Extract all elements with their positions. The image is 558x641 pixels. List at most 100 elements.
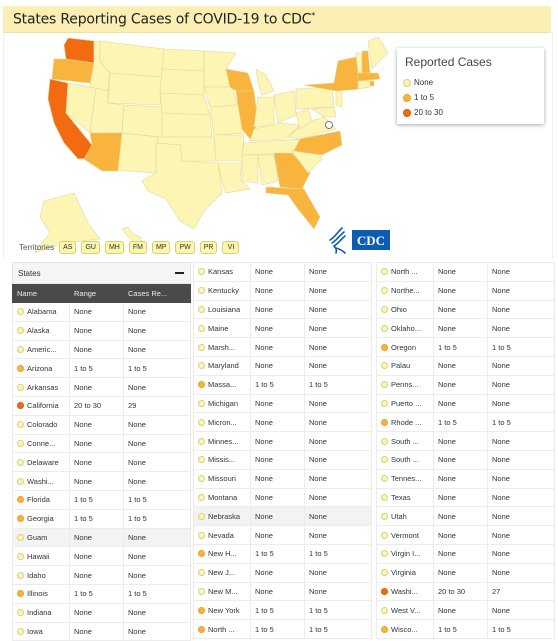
- table-row[interactable]: Alaska None None: [12, 320, 191, 341]
- table-row[interactable]: Missouri None None: [193, 468, 372, 489]
- table-row[interactable]: New H... 1 to 51 to 5: [193, 543, 372, 564]
- state-new-hampshire[interactable]: [361, 50, 371, 74]
- table-row[interactable]: Kentucky None None: [193, 280, 372, 301]
- state-montana[interactable]: [99, 40, 165, 78]
- table-row[interactable]: Washi... 20 to 30 27: [376, 581, 555, 602]
- territory-button-mp[interactable]: MP: [151, 241, 171, 254]
- table-row[interactable]: Georgia 1 to 51 to 5: [12, 508, 191, 529]
- table-row[interactable]: South ... None None: [376, 449, 555, 470]
- state-rhode-island[interactable]: [369, 80, 375, 87]
- table-row[interactable]: Ohio None None: [376, 299, 555, 320]
- table-row[interactable]: New M... None None: [193, 581, 372, 602]
- state-florida[interactable]: [265, 186, 321, 230]
- state-new-york[interactable]: [303, 56, 361, 92]
- state-massachusetts[interactable]: [357, 72, 381, 82]
- table-row[interactable]: Virgin I... None None: [376, 543, 555, 564]
- state-pennsylvania[interactable]: [295, 86, 335, 110]
- range-cell: None: [69, 527, 124, 548]
- state-arizona[interactable]: [83, 132, 123, 172]
- territory-button-pr[interactable]: PR: [199, 241, 218, 254]
- state-nebraska[interactable]: [159, 92, 211, 116]
- minus-icon[interactable]: [175, 272, 184, 274]
- state-iowa[interactable]: [203, 86, 239, 108]
- table-row[interactable]: Rhode ... 1 to 51 to 5: [376, 412, 555, 433]
- territory-button-vi[interactable]: VI: [222, 241, 240, 254]
- table-row[interactable]: Puerto ... None None: [376, 393, 555, 414]
- state-kansas[interactable]: [161, 112, 213, 138]
- state-arkansas[interactable]: [213, 134, 245, 162]
- table-row[interactable]: Washi... None None: [12, 471, 191, 491]
- svg-text:CDC: CDC: [357, 233, 385, 248]
- table-row[interactable]: Alabama None None: [12, 302, 191, 322]
- table-row[interactable]: North ... None None: [376, 262, 555, 282]
- table-row[interactable]: West V... None None: [376, 600, 555, 621]
- table-row[interactable]: Micron... None None: [193, 412, 372, 433]
- column-header-name[interactable]: Name: [12, 284, 70, 303]
- table-row[interactable]: Utah None None: [376, 506, 555, 527]
- table-row[interactable]: Palau None None: [376, 355, 555, 376]
- table-row[interactable]: Maine None None: [193, 318, 372, 339]
- table-row[interactable]: Colorado None None: [12, 414, 191, 435]
- table-row[interactable]: Arizona 1 to 51 to 5: [12, 358, 191, 379]
- state-connecticut[interactable]: [357, 80, 371, 90]
- state-wyoming[interactable]: [107, 72, 163, 106]
- table-row[interactable]: Texas None None: [376, 487, 555, 508]
- state-maine[interactable]: [367, 36, 389, 70]
- territory-button-gu[interactable]: GU: [81, 241, 100, 254]
- state-new-mexico[interactable]: [117, 132, 159, 174]
- table-row[interactable]: Nebraska None None: [193, 506, 372, 527]
- state-ohio[interactable]: [273, 90, 297, 124]
- state-indiana[interactable]: [253, 96, 275, 128]
- range-cell: None: [433, 431, 488, 451]
- state-michigan[interactable]: [255, 68, 275, 96]
- territory-button-as[interactable]: AS: [59, 241, 77, 254]
- state-colorado[interactable]: [121, 104, 165, 138]
- table-row[interactable]: Indiana None None: [12, 602, 191, 623]
- table-row[interactable]: Nevada None None: [193, 525, 372, 545]
- table-row[interactable]: Delaware None None: [12, 452, 191, 473]
- table-row[interactable]: Illinois 1 to 51 to 5: [12, 583, 191, 604]
- table-row[interactable]: Minnes... None None: [193, 431, 372, 451]
- state-oregon[interactable]: [51, 58, 95, 84]
- table-row[interactable]: California 20 to 30 29: [12, 395, 191, 416]
- table-row[interactable]: Wisco... 1 to 51 to 5: [376, 619, 555, 639]
- state-maryland[interactable]: [311, 106, 337, 118]
- table-row[interactable]: Idaho None None: [12, 565, 191, 585]
- table-row[interactable]: Vermont None None: [376, 525, 555, 545]
- table-row[interactable]: New J... None None: [193, 562, 372, 583]
- table-row[interactable]: Maryland None None: [193, 355, 372, 376]
- territory-button-fm[interactable]: FM: [128, 241, 147, 254]
- table-row[interactable]: Conne... None None: [12, 433, 191, 454]
- table-row[interactable]: Northe... None None: [376, 280, 555, 301]
- table-row[interactable]: Hawaii None None: [12, 546, 191, 567]
- table-row[interactable]: South ... None None: [376, 431, 555, 451]
- state-north-dakota[interactable]: [161, 48, 205, 72]
- state-mississippi[interactable]: [241, 154, 259, 184]
- state-new-jersey[interactable]: [335, 90, 343, 108]
- table-row[interactable]: Montana None None: [193, 487, 372, 508]
- table-row[interactable]: Oregon 1 to 51 to 5: [376, 337, 555, 357]
- table-row[interactable]: North ... 1 to 51 to 5: [193, 619, 372, 639]
- dc-marker[interactable]: [325, 121, 333, 129]
- table-row[interactable]: Kansas None None: [193, 262, 372, 282]
- table-row[interactable]: Massa... 1 to 51 to 5: [193, 374, 372, 395]
- table-row[interactable]: Oklaho... None None: [376, 318, 555, 339]
- table-row[interactable]: Guam None None: [12, 527, 191, 548]
- table-row[interactable]: Arkansas None None: [12, 377, 191, 397]
- legend-swatch: [403, 78, 411, 87]
- table-row[interactable]: Virginia None None: [376, 562, 555, 583]
- table-row[interactable]: Michigan None None: [193, 393, 372, 414]
- column-header-range[interactable]: Range: [69, 284, 124, 303]
- table-row[interactable]: Tennes... None None: [376, 468, 555, 489]
- state-south-dakota[interactable]: [159, 68, 205, 96]
- table-row[interactable]: Americ... None None: [12, 339, 191, 360]
- territory-button-pw[interactable]: PW: [175, 241, 195, 254]
- table-row[interactable]: Penns... None None: [376, 374, 555, 395]
- column-header-cases[interactable]: Cases Re...: [123, 284, 191, 303]
- territory-button-mh[interactable]: MH: [104, 241, 124, 254]
- table-row[interactable]: Louisiana None None: [193, 299, 372, 320]
- table-row[interactable]: Missis... None None: [193, 449, 372, 470]
- table-row[interactable]: New York 1 to 51 to 5: [193, 600, 372, 621]
- table-row[interactable]: Florida 1 to 51 to 5: [12, 489, 191, 510]
- table-row[interactable]: Marsh... None None: [193, 337, 372, 357]
